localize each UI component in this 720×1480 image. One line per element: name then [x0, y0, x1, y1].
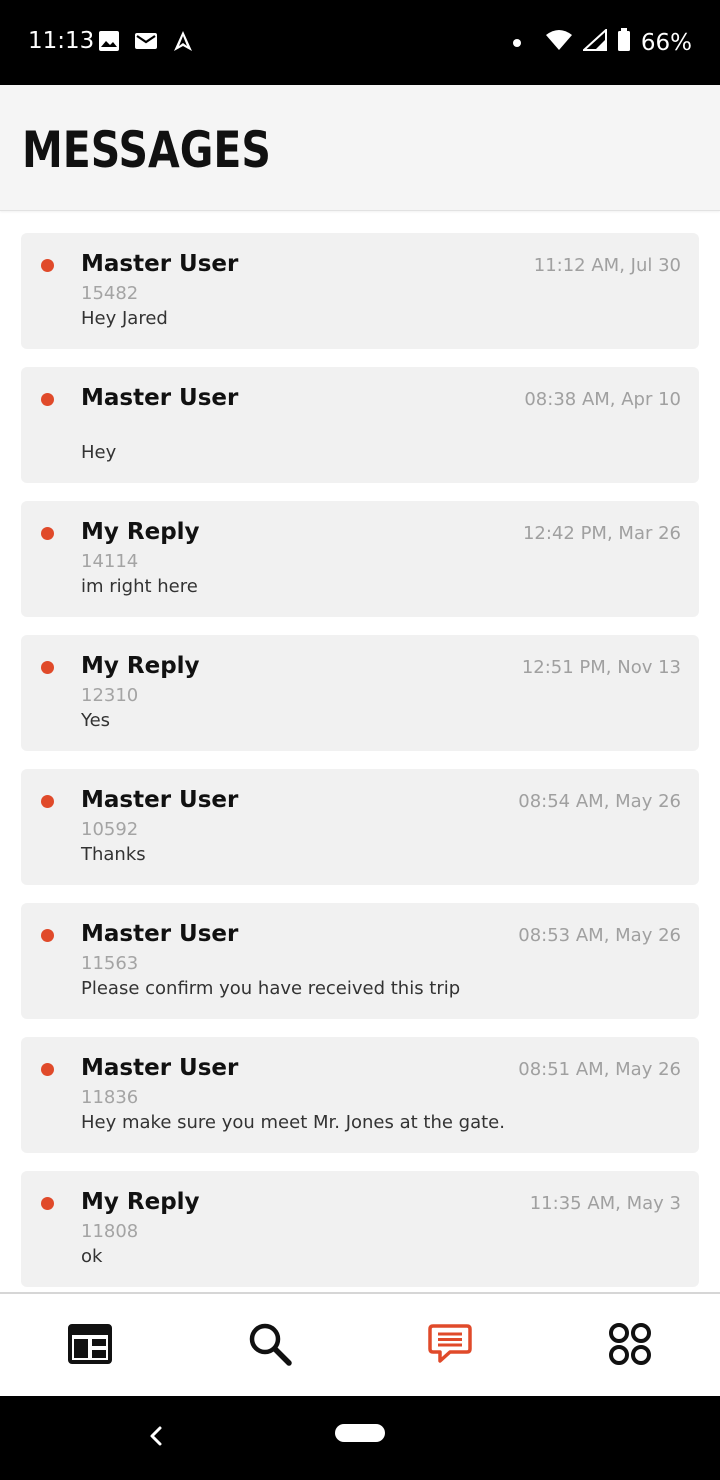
- message-sender: Master User: [81, 787, 239, 813]
- message-sender: My Reply: [81, 1189, 200, 1215]
- message-id: 14114: [81, 551, 139, 572]
- battery-percent: 66%: [640, 29, 692, 56]
- image-icon: [98, 30, 120, 57]
- message-card[interactable]: Master User 08:38 AM, Apr 10 Hey: [21, 367, 699, 483]
- status-time: 11:13: [28, 28, 95, 54]
- back-button[interactable]: [140, 1418, 172, 1458]
- unread-dot-icon: [41, 1063, 54, 1076]
- unread-dot-icon: [41, 795, 54, 808]
- bottom-nav: [0, 1292, 720, 1396]
- message-time: 08:54 AM, May 26: [518, 791, 681, 812]
- message-card[interactable]: My Reply 11:35 AM, May 3 11808 ok: [21, 1171, 699, 1287]
- message-id: 12310: [81, 685, 139, 706]
- nav-messages-button[interactable]: [420, 1320, 480, 1372]
- message-id: 15482: [81, 283, 139, 304]
- message-text: Yes: [81, 710, 111, 731]
- message-id: 10592: [81, 819, 139, 840]
- dashboard-icon: [68, 1323, 112, 1369]
- message-time: 08:53 AM, May 26: [518, 925, 681, 946]
- message-sender: Master User: [81, 921, 239, 947]
- message-sender: My Reply: [81, 653, 200, 679]
- message-card[interactable]: My Reply 12:42 PM, Mar 26 14114 im right…: [21, 501, 699, 617]
- message-card[interactable]: Master User 08:51 AM, May 26 11836 Hey m…: [21, 1037, 699, 1153]
- message-text: Hey Jared: [81, 308, 168, 329]
- message-time: 11:35 AM, May 3: [529, 1193, 681, 1214]
- message-text: Please confirm you have received this tr…: [81, 978, 461, 999]
- signal-icon: [581, 27, 607, 56]
- mail-icon: [134, 31, 158, 56]
- message-text: ok: [81, 1246, 103, 1267]
- message-text: Thanks: [81, 844, 146, 865]
- unread-dot-icon: [41, 527, 54, 540]
- unread-dot-icon: [41, 1197, 54, 1210]
- message-text: Hey: [81, 442, 117, 463]
- system-nav-bar: [0, 1396, 720, 1480]
- message-sender: Master User: [81, 251, 239, 277]
- message-time: 11:12 AM, Jul 30: [533, 255, 681, 276]
- navigation-icon: [172, 30, 194, 57]
- wifi-icon: [545, 29, 573, 56]
- message-card[interactable]: Master User 08:53 AM, May 26 11563 Pleas…: [21, 903, 699, 1019]
- message-time: 12:42 PM, Mar 26: [522, 523, 681, 544]
- home-pill-icon[interactable]: [335, 1424, 385, 1442]
- message-sender: Master User: [81, 385, 239, 411]
- message-sender: My Reply: [81, 519, 200, 545]
- battery-icon: [617, 28, 631, 57]
- unread-dot-icon: [41, 929, 54, 942]
- message-id: 11808: [81, 1221, 139, 1242]
- message-sender: Master User: [81, 1055, 239, 1081]
- message-time: 08:51 AM, May 26: [518, 1059, 681, 1080]
- messages-icon: [428, 1323, 472, 1370]
- message-id: 11836: [81, 1087, 139, 1108]
- message-card[interactable]: Master User 08:54 AM, May 26 10592 Thank…: [21, 769, 699, 885]
- message-list: Master User 11:12 AM, Jul 30 15482 Hey J…: [21, 233, 699, 1305]
- nav-dashboard-button[interactable]: [60, 1320, 120, 1372]
- back-icon: [148, 1425, 164, 1452]
- page-title: MESSAGES: [22, 121, 271, 179]
- unread-dot-icon: [41, 393, 54, 406]
- page-header: MESSAGES: [0, 85, 720, 211]
- nav-apps-button[interactable]: [600, 1320, 660, 1372]
- message-text: im right here: [81, 576, 198, 597]
- message-time: 08:38 AM, Apr 10: [524, 389, 681, 410]
- nav-search-button[interactable]: [240, 1320, 300, 1372]
- status-icons-left: [98, 30, 194, 57]
- message-text: Hey make sure you meet Mr. Jones at the …: [81, 1112, 505, 1133]
- dot-icon: [512, 38, 521, 47]
- unread-dot-icon: [41, 259, 54, 272]
- message-card[interactable]: Master User 11:12 AM, Jul 30 15482 Hey J…: [21, 233, 699, 349]
- message-card[interactable]: My Reply 12:51 PM, Nov 13 12310 Yes: [21, 635, 699, 751]
- unread-dot-icon: [41, 661, 54, 674]
- apps-icon: [608, 1322, 652, 1371]
- search-icon: [247, 1321, 293, 1372]
- message-time: 12:51 PM, Nov 13: [521, 657, 681, 678]
- status-icons-right: 66%: [512, 27, 692, 57]
- message-id: 11563: [81, 953, 139, 974]
- status-bar: 11:13 66%: [0, 0, 720, 85]
